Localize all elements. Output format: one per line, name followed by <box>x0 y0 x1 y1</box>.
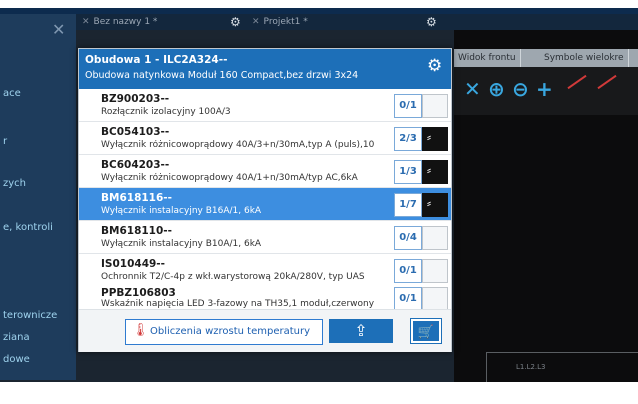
export-button[interactable]: ⇪ <box>329 319 393 343</box>
quantity-badge[interactable]: 2/3 <box>394 127 422 151</box>
left-panel: ✕ ace r zych e, kontroli terownicze zian… <box>0 14 76 380</box>
sidebar-item[interactable]: r <box>3 136 7 147</box>
list-item[interactable]: BZ900203-- Rozłącznik izolacyjny 100A/3 … <box>79 89 451 122</box>
product-thumbnail: ⸗ <box>422 160 448 184</box>
breaker-icon: ⸗ <box>427 130 431 144</box>
item-code: BC054103-- <box>101 126 170 138</box>
drawing-toolbar: ✕ ⊕ ⊖ + <box>454 67 638 115</box>
sidebar-item[interactable]: terownicze <box>3 310 57 321</box>
zoom-in-icon[interactable]: ⊕ <box>488 77 505 101</box>
tab-label: Bez nazwy 1 * <box>93 17 158 27</box>
close-icon[interactable]: ✕ <box>52 20 65 39</box>
list-item[interactable]: BC604203-- Wyłącznik różnicowoprądowy 40… <box>79 155 451 188</box>
bottom-margin <box>0 382 638 404</box>
list-item[interactable]: IS010449-- Ochronnik T2/C-4p z wkł.warys… <box>79 254 451 287</box>
item-code: PPBZ106803 <box>101 287 176 299</box>
product-thumbnail <box>422 259 448 283</box>
add-icon[interactable]: + <box>536 77 553 101</box>
item-desc: Ochronnik T2/C-4p z wkł.warystorową 20kA… <box>101 272 365 282</box>
quantity-badge[interactable]: 1/7 <box>394 193 422 217</box>
item-desc: Wyłącznik instalacyjny B10A/1, 6kA <box>101 239 262 249</box>
quantity-badge[interactable]: 1/3 <box>394 160 422 184</box>
enclosure-popup: Obudowa 1 - ILC2A324-- Obudowa natynkowa… <box>78 48 452 352</box>
gear-icon[interactable]: ⚙ <box>230 14 241 30</box>
curve-icon[interactable] <box>597 74 617 90</box>
item-desc: Wskaźnik napięcia LED 3-fazowy na TH35,1… <box>101 299 375 309</box>
tab-projekt[interactable]: ✕ Projekt1 * <box>252 14 308 30</box>
view-tabs: Widok frontu Symbole wielokre <box>454 49 638 67</box>
window: ✕ ace r zych e, kontroli terownicze zian… <box>0 0 638 404</box>
item-code: BM618110-- <box>101 225 173 237</box>
share-icon: ⇪ <box>354 321 368 340</box>
breaker-icon: ⸗ <box>427 196 431 210</box>
tab-symbole[interactable]: Symbole wielokre <box>540 49 629 67</box>
close-icon[interactable]: ✕ <box>252 17 260 27</box>
product-thumbnail: ⸗ <box>422 127 448 151</box>
item-desc: Wyłącznik instalacyjny B16A/1, 6kA <box>101 206 262 216</box>
sidebar-item[interactable]: e, kontroli <box>3 222 53 233</box>
cart-icon: 🛒 <box>417 325 435 340</box>
item-desc: Rozłącznik izolacyjny 100A/3 <box>101 107 231 117</box>
tab-bez-nazwy[interactable]: ✕ Bez nazwy 1 * <box>82 14 157 30</box>
popup-header: Obudowa 1 - ILC2A324-- Obudowa natynkowa… <box>79 49 451 89</box>
sidebar-item[interactable]: dowe <box>3 354 30 365</box>
breaker-icon: ⸗ <box>427 163 431 177</box>
thermometer-icon: 🌡 <box>132 323 149 338</box>
popup-title: Obudowa 1 - ILC2A324-- <box>85 54 228 66</box>
cart-button[interactable]: 🛒 <box>410 318 442 344</box>
sidebar-item[interactable]: zych <box>3 178 26 189</box>
sidebar-item[interactable]: ziana <box>3 332 30 343</box>
product-thumbnail: ⸗ <box>422 193 448 217</box>
product-thumbnail <box>422 287 448 311</box>
item-desc: Wyłącznik różnicowoprądowy 40A/3+n/30mA,… <box>101 140 375 150</box>
quantity-badge[interactable]: 0/4 <box>394 226 422 250</box>
popup-footer: 🌡 Obliczenia wzrostu temperatury ⇪ 🛒 <box>79 309 451 352</box>
item-code: BZ900203-- <box>101 93 170 105</box>
item-code: BM618116-- <box>101 192 173 204</box>
list-item[interactable]: PPBZ106803 Wskaźnik napięcia LED 3-fazow… <box>79 285 451 311</box>
tab-label: Projekt1 * <box>263 17 308 27</box>
gear-icon[interactable]: ⚙ <box>427 56 442 76</box>
sidebar-item[interactable]: ace <box>3 88 21 99</box>
list-item-selected[interactable]: BM618116-- Wyłącznik instalacyjny B16A/1… <box>79 188 451 221</box>
product-thumbnail <box>422 226 448 250</box>
quantity-badge[interactable]: 0/1 <box>394 287 422 311</box>
quantity-badge[interactable]: 0/1 <box>394 94 422 118</box>
popup-subtitle: Obudowa natynkowa Moduł 160 Compact,bez … <box>85 70 359 81</box>
product-thumbnail <box>422 94 448 118</box>
list-item[interactable]: BC054103-- Wyłącznik różnicowoprądowy 40… <box>79 122 451 155</box>
list-item[interactable]: BM618110-- Wyłącznik instalacyjny B10A/1… <box>79 221 451 254</box>
schematic-outline <box>486 352 638 383</box>
item-code: BC604203-- <box>101 159 170 171</box>
drawing-label: L1.L2.L3 <box>516 363 546 371</box>
zoom-out-icon[interactable]: ⊖ <box>512 77 529 101</box>
tab-widok-frontu[interactable]: Widok frontu <box>454 49 521 67</box>
item-code: IS010449-- <box>101 258 166 270</box>
temperature-calc-label: Obliczenia wzrostu temperatury <box>150 326 311 337</box>
line-icon[interactable] <box>567 74 587 90</box>
quantity-badge[interactable]: 0/1 <box>394 259 422 283</box>
tab-bar: ✕ Bez nazwy 1 * ⚙ ✕ Projekt1 * ⚙ <box>76 14 638 30</box>
gear-icon[interactable]: ⚙ <box>426 14 437 30</box>
zoom-fit-icon[interactable]: ✕ <box>464 77 481 101</box>
item-desc: Wyłącznik różnicowoprądowy 40A/1+n/30mA/… <box>101 173 358 183</box>
close-icon[interactable]: ✕ <box>82 17 90 27</box>
temperature-calc-button[interactable]: 🌡 Obliczenia wzrostu temperatury <box>125 319 323 345</box>
